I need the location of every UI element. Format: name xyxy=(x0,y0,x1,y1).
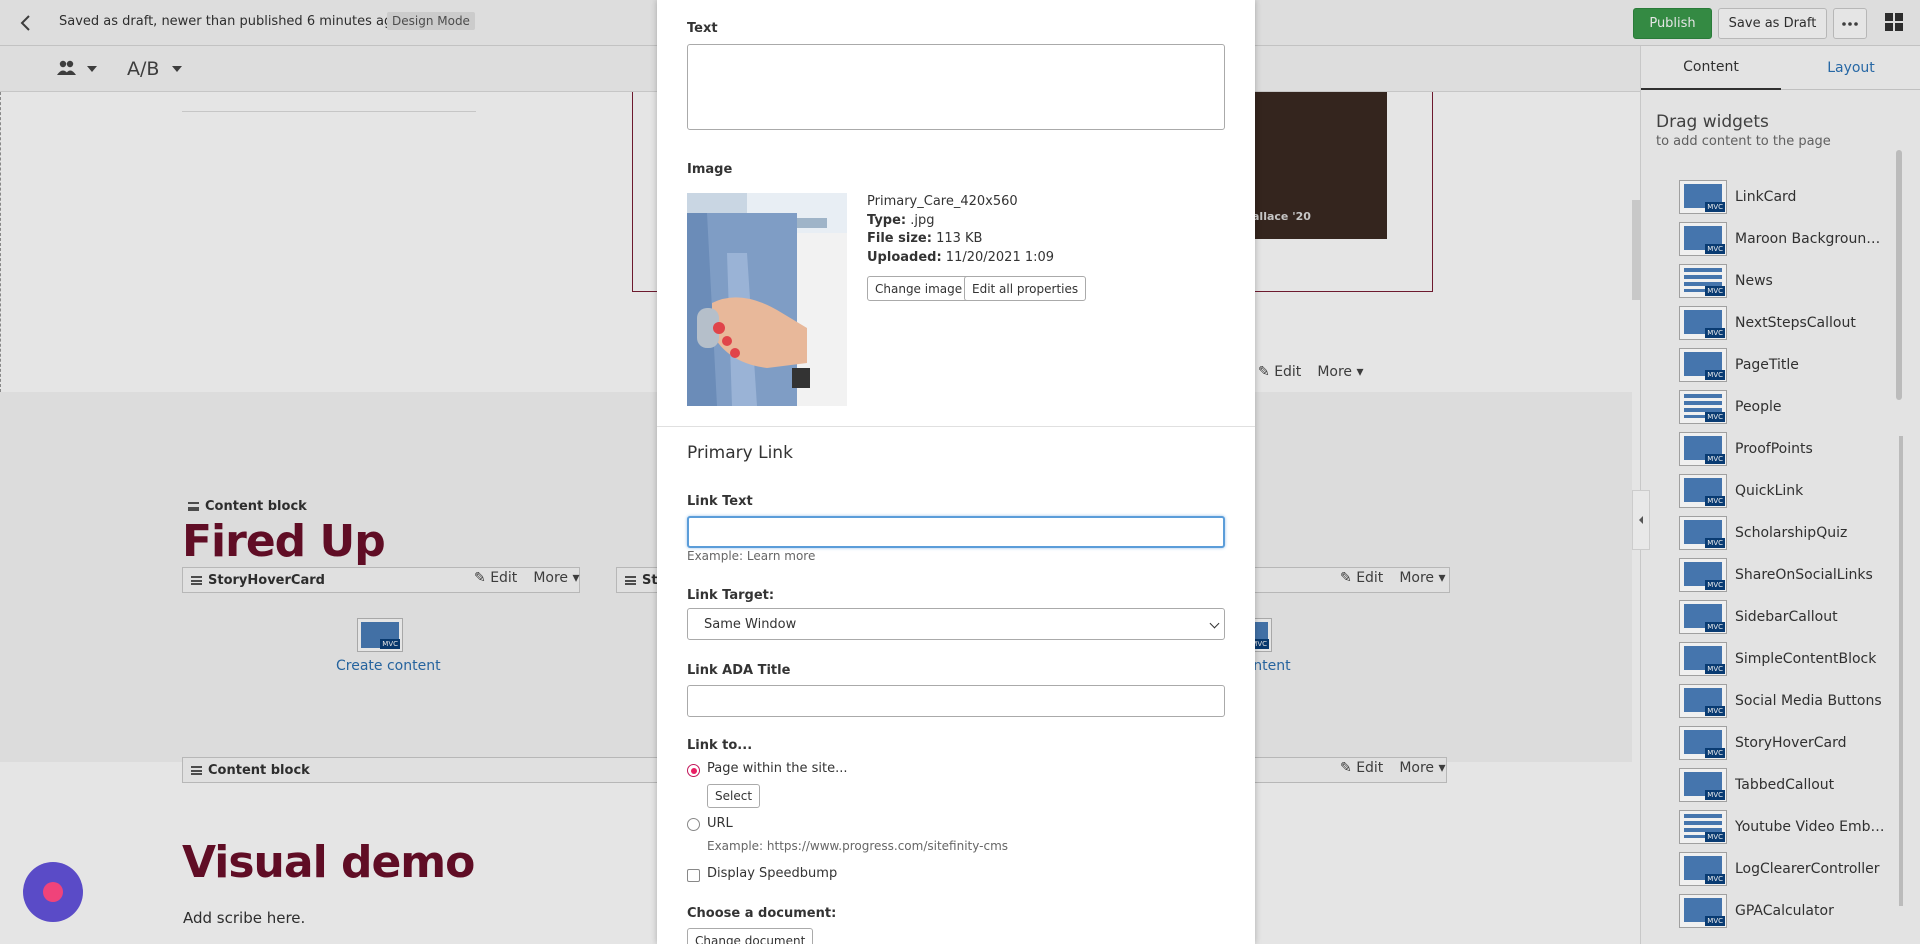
ada-title-input[interactable] xyxy=(687,685,1225,717)
text-field[interactable] xyxy=(687,44,1225,130)
image-details: Primary_Care_420x560 Type: .jpg File siz… xyxy=(867,193,1054,267)
chevron-left-icon xyxy=(1639,516,1643,524)
text-label: Text xyxy=(687,21,718,36)
chat-dot-icon xyxy=(43,882,63,902)
type-key: Type: xyxy=(867,212,907,228)
image-thumbnail xyxy=(687,193,847,406)
section-divider xyxy=(657,426,1255,427)
change-document-button[interactable]: Change document xyxy=(687,928,814,944)
image-label: Image xyxy=(687,162,733,177)
uploaded-key: Uploaded: xyxy=(867,249,942,265)
display-speedbump-label: Display Speedbump xyxy=(707,866,838,881)
link-text-hint: Example: Learn more xyxy=(687,549,816,563)
panel-scrollbar[interactable] xyxy=(1896,150,1902,400)
page-within-site-label: Page within the site... xyxy=(707,761,848,776)
link-target-value: Same Window xyxy=(704,616,797,632)
link-to-label: Link to... xyxy=(687,738,753,753)
link-target-select[interactable]: Same Window xyxy=(687,608,1225,640)
display-speedbump-checkbox[interactable] xyxy=(687,869,700,882)
type-value: .jpg xyxy=(910,212,935,228)
assistant-chat-button[interactable] xyxy=(23,862,83,922)
canvas-scrollbar[interactable] xyxy=(1632,200,1640,300)
primary-link-heading: Primary Link xyxy=(687,443,793,463)
link-text-label: Link Text xyxy=(687,494,753,509)
uploaded-value: 11/20/2021 1:09 xyxy=(945,249,1055,265)
image-filename: Primary_Care_420x560 xyxy=(867,194,1018,209)
url-hint: Example: https://www.progress.com/sitefi… xyxy=(707,839,1009,853)
url-label: URL xyxy=(707,816,733,831)
widget-list-scrollbar[interactable] xyxy=(1899,436,1903,906)
link-target-label: Link Target: xyxy=(687,588,775,603)
page-within-site-radio[interactable] xyxy=(687,764,700,777)
file-size-value: 113 KB xyxy=(936,231,983,246)
panel-dim xyxy=(1640,46,1920,944)
change-image-button[interactable]: Change image xyxy=(867,276,971,301)
collapse-panel-handle[interactable] xyxy=(1632,490,1650,550)
chevron-down-icon xyxy=(1209,618,1220,629)
ada-title-label: Link ADA Title xyxy=(687,663,791,678)
url-radio[interactable] xyxy=(687,818,700,831)
file-size-key: File size: xyxy=(867,231,932,246)
choose-document-label: Choose a document: xyxy=(687,906,837,921)
edit-all-properties-button[interactable]: Edit all properties xyxy=(964,276,1087,301)
widget-edit-dialog: Text Image Primary_Care_420x560 Type: .j… xyxy=(657,0,1255,944)
select-page-button[interactable]: Select xyxy=(707,784,761,808)
link-text-input[interactable] xyxy=(687,516,1225,548)
